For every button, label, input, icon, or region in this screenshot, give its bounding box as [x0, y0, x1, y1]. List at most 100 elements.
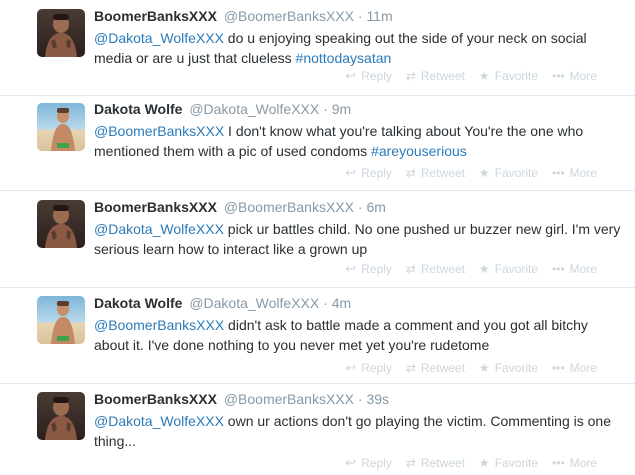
favorite-label: Favorite [494, 69, 539, 83]
author-name[interactable]: BoomerBanksXXX [94, 8, 217, 24]
author-name[interactable]: Dakota Wolfe [94, 101, 182, 117]
time-separator: · [323, 101, 328, 117]
star-icon: ★ [478, 456, 490, 470]
tweet-text: @Dakota_WolfeXXX own ur actions don't go… [94, 411, 625, 451]
more-label: More [569, 69, 597, 83]
retweet-label: Retweet [420, 456, 465, 470]
mention-link[interactable]: @Dakota_WolfeXXX [94, 221, 224, 237]
reply-icon: ↩ [345, 360, 357, 375]
retweet-button[interactable]: ⇄ Retweet [406, 166, 465, 180]
avatar[interactable] [37, 9, 85, 57]
tweet-timestamp[interactable]: 4m [332, 295, 351, 311]
tweet-text: @BoomerBanksXXX I don't know what you're… [94, 121, 625, 161]
reply-button[interactable]: ↩ Reply [345, 455, 392, 471]
tweet-timestamp[interactable]: 6m [366, 199, 385, 215]
retweet-button[interactable]: ⇄ Retweet [406, 456, 465, 470]
retweet-icon: ⇄ [405, 456, 416, 470]
tweet-text: @BoomerBanksXXX didn't ask to battle mad… [94, 315, 625, 355]
tweet-actions: ↩ Reply ⇄ Retweet ★ Favorite ••• More [331, 165, 597, 181]
retweet-button[interactable]: ⇄ Retweet [406, 262, 465, 276]
tweet[interactable]: Dakota Wolfe @Dakota_WolfeXXX · 4m @Boom… [0, 288, 635, 384]
reply-icon: ↩ [345, 68, 357, 83]
favorite-button[interactable]: ★ Favorite [479, 456, 538, 470]
avatar[interactable] [37, 296, 85, 344]
tweet-timeline: BoomerBanksXXX @BoomerBanksXXX · 11m @Da… [0, 0, 635, 475]
retweet-button[interactable]: ⇄ Retweet [406, 69, 465, 83]
reply-button[interactable]: ↩ Reply [345, 261, 392, 277]
reply-label: Reply [361, 69, 392, 83]
tweet-text: @Dakota_WolfeXXX do u enjoying speaking … [94, 28, 625, 68]
author-name[interactable]: BoomerBanksXXX [94, 391, 217, 407]
tweet[interactable]: BoomerBanksXXX @BoomerBanksXXX · 11m @Da… [0, 0, 635, 96]
tweet-timestamp[interactable]: 39s [366, 391, 389, 407]
tweet-timestamp[interactable]: 9m [332, 101, 351, 117]
favorite-label: Favorite [494, 166, 539, 180]
reply-button[interactable]: ↩ Reply [345, 360, 392, 376]
tweet-header: Dakota Wolfe @Dakota_WolfeXXX · 4m [94, 292, 625, 314]
mention-link[interactable]: @BoomerBanksXXX [94, 123, 224, 139]
reply-label: Reply [361, 361, 392, 375]
more-button[interactable]: ••• More [552, 456, 597, 470]
hashtag-link[interactable]: #areyouserious [371, 143, 467, 159]
more-button[interactable]: ••• More [552, 262, 597, 276]
retweet-button[interactable]: ⇄ Retweet [406, 361, 465, 375]
star-icon: ★ [478, 69, 490, 83]
reply-button[interactable]: ↩ Reply [345, 165, 392, 181]
reply-icon: ↩ [345, 165, 357, 180]
retweet-label: Retweet [420, 262, 465, 276]
author-name[interactable]: BoomerBanksXXX [94, 199, 217, 215]
more-dots-icon: ••• [552, 456, 565, 470]
avatar[interactable] [37, 392, 85, 440]
tweet-actions: ↩ Reply ⇄ Retweet ★ Favorite ••• More [331, 261, 597, 277]
author-handle[interactable]: @Dakota_WolfeXXX [189, 101, 319, 117]
reply-label: Reply [361, 262, 392, 276]
author-handle[interactable]: @Dakota_WolfeXXX [189, 295, 319, 311]
tweet-text: @Dakota_WolfeXXX pick ur battles child. … [94, 219, 625, 259]
mention-link[interactable]: @Dakota_WolfeXXX [94, 30, 224, 46]
retweet-icon: ⇄ [405, 361, 416, 375]
tweet[interactable]: BoomerBanksXXX @BoomerBanksXXX · 39s @Da… [0, 384, 635, 475]
tweet-actions: ↩ Reply ⇄ Retweet ★ Favorite ••• More [331, 360, 597, 376]
retweet-label: Retweet [420, 166, 465, 180]
time-separator: · [357, 199, 363, 215]
reply-icon: ↩ [345, 261, 357, 276]
avatar[interactable] [37, 200, 85, 248]
tweet[interactable]: BoomerBanksXXX @BoomerBanksXXX · 6m @Dak… [0, 191, 635, 288]
time-separator: · [357, 8, 363, 24]
retweet-icon: ⇄ [405, 262, 416, 276]
more-button[interactable]: ••• More [552, 69, 597, 83]
author-handle[interactable]: @BoomerBanksXXX [224, 8, 354, 24]
tweet-actions: ↩ Reply ⇄ Retweet ★ Favorite ••• More [331, 455, 597, 471]
mention-link[interactable]: @BoomerBanksXXX [94, 317, 224, 333]
avatar[interactable] [37, 103, 85, 151]
favorite-label: Favorite [494, 361, 539, 375]
tweet-header: Dakota Wolfe @Dakota_WolfeXXX · 9m [94, 98, 625, 120]
tweet-header: BoomerBanksXXX @BoomerBanksXXX · 39s [94, 388, 625, 410]
favorite-button[interactable]: ★ Favorite [479, 166, 538, 180]
author-name[interactable]: Dakota Wolfe [94, 295, 182, 311]
author-handle[interactable]: @BoomerBanksXXX [224, 391, 354, 407]
tweet-header: BoomerBanksXXX @BoomerBanksXXX · 11m [94, 5, 625, 27]
more-dots-icon: ••• [552, 262, 565, 276]
more-label: More [569, 166, 597, 180]
time-separator: · [357, 391, 363, 407]
reply-button[interactable]: ↩ Reply [345, 68, 392, 84]
more-button[interactable]: ••• More [552, 166, 597, 180]
more-button[interactable]: ••• More [552, 361, 597, 375]
favorite-label: Favorite [494, 456, 539, 470]
more-label: More [569, 361, 597, 375]
mention-link[interactable]: @Dakota_WolfeXXX [94, 413, 224, 429]
favorite-button[interactable]: ★ Favorite [479, 262, 538, 276]
tweet-timestamp[interactable]: 11m [366, 8, 392, 24]
favorite-button[interactable]: ★ Favorite [479, 361, 538, 375]
reply-label: Reply [361, 166, 392, 180]
favorite-label: Favorite [494, 262, 539, 276]
tweet[interactable]: Dakota Wolfe @Dakota_WolfeXXX · 9m @Boom… [0, 96, 635, 191]
author-handle[interactable]: @BoomerBanksXXX [224, 199, 354, 215]
hashtag-link[interactable]: #nottodaysatan [296, 50, 392, 66]
star-icon: ★ [478, 262, 490, 276]
more-dots-icon: ••• [552, 361, 565, 375]
favorite-button[interactable]: ★ Favorite [479, 69, 538, 83]
more-label: More [569, 262, 597, 276]
retweet-icon: ⇄ [405, 69, 416, 83]
